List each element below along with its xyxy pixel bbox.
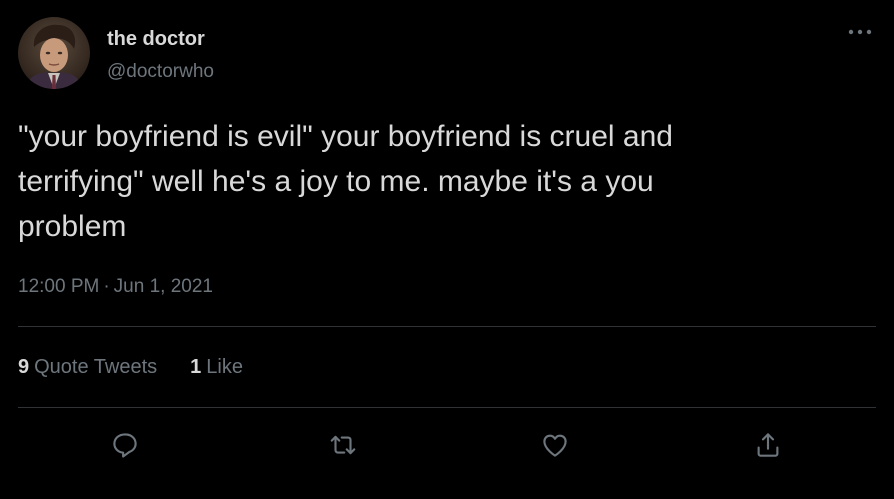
retweet-button[interactable] [325,427,361,463]
user-handle[interactable]: @doctorwho [107,61,214,83]
heart-icon [543,434,567,457]
likes-count: 1 [190,356,202,378]
more-dots-icon [848,29,872,35]
tweet-text: "your boyfriend is evil" your boyfriend … [18,120,673,243]
tweet-stats: 9 Quote Tweets 1 Like [18,356,243,379]
speech-bubble-icon [113,433,137,458]
retweet-arrows-icon [330,435,356,455]
avatar-photo [18,17,90,89]
more-options-button[interactable] [844,20,876,44]
quote-tweets-count: 9 [18,356,30,378]
divider [18,326,876,327]
display-name[interactable]: the doctor [107,28,205,51]
reply-button[interactable] [107,427,143,463]
tweet-time[interactable]: 12:00 PM [18,276,99,297]
avatar[interactable] [18,17,90,89]
likes-label: Like [206,356,243,378]
timestamp-separator: · [103,276,110,297]
divider [18,407,876,408]
tweet-timestamp[interactable]: 12:00 PM · Jun 1, 2021 [18,276,213,298]
share-upload-icon [757,433,779,457]
share-button[interactable] [750,427,786,463]
quote-tweets-label: Quote Tweets [34,356,158,378]
quote-tweets-stat[interactable]: 9 Quote Tweets [18,356,157,379]
like-button[interactable] [537,427,573,463]
likes-stat[interactable]: 1 Like [190,356,243,379]
tweet-date[interactable]: Jun 1, 2021 [114,276,213,297]
